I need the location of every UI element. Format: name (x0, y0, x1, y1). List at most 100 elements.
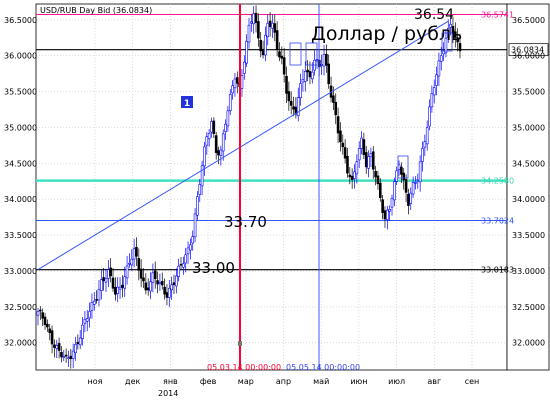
candle-body (46, 323, 49, 328)
candle-body (228, 94, 232, 111)
candle-body (88, 311, 91, 319)
candle-body (367, 156, 370, 169)
candle-body (226, 110, 230, 127)
candle-body (411, 182, 415, 195)
candle-body (376, 175, 380, 185)
candle-body (64, 354, 68, 357)
candle-body (132, 248, 136, 260)
candle-body (41, 312, 44, 319)
candle-body (158, 282, 162, 284)
candle-body (439, 55, 443, 62)
candle-body (224, 123, 227, 133)
candle-body (282, 57, 286, 75)
price-level-label: 33.7024 (481, 217, 514, 226)
candle-body (156, 280, 159, 285)
candle-body (78, 337, 82, 346)
candle-body (193, 213, 197, 238)
y-tick-label-right: 32.5000 (512, 303, 545, 312)
candle-body (151, 272, 155, 283)
candle-body (437, 60, 441, 77)
candle-body (430, 93, 434, 108)
candle-body (303, 71, 307, 82)
candle-body (81, 324, 84, 339)
candle-body (85, 318, 89, 322)
candle-body (292, 106, 295, 110)
x-axis-labels: ноя дек янв фев мар апр май июн июл авг сен (88, 377, 480, 386)
vline-handle[interactable] (238, 341, 242, 346)
mid-price-annotation: 33.70 (224, 213, 267, 231)
candle-body (383, 210, 387, 220)
candle-body (53, 344, 56, 348)
y-tick-label-left: 36.5000 (4, 16, 37, 25)
candle-body (388, 208, 391, 212)
candle-body (390, 197, 394, 208)
price-level-label: 34.2580 (481, 177, 514, 186)
candle-body (264, 34, 267, 56)
candle-body (95, 299, 98, 301)
candle-body (39, 309, 42, 312)
x-tick-label: май (313, 377, 329, 386)
candle-body (350, 175, 354, 180)
candle-body (421, 148, 424, 162)
candle-body (278, 51, 281, 58)
candle-body (362, 139, 366, 155)
chart-main-title: Доллар / рубль (311, 23, 462, 45)
candle-body (207, 132, 211, 140)
candle-body (57, 343, 61, 351)
candle-body (252, 13, 255, 25)
candle-body (325, 53, 328, 66)
candle-body (425, 127, 429, 145)
candle-body (378, 182, 382, 199)
candle-body (212, 120, 216, 134)
candle-body (43, 316, 47, 325)
candle-body (257, 21, 260, 39)
candle-body (163, 286, 166, 295)
price-level-label: 36.5741 (481, 10, 514, 19)
candle-body (371, 151, 375, 170)
candle-body (67, 357, 70, 359)
candle-body (83, 318, 87, 324)
candle-body (240, 75, 244, 89)
candle-body (407, 193, 410, 206)
candle-body (55, 345, 59, 349)
candle-body (200, 165, 204, 187)
candle-body (381, 199, 384, 213)
y-tick-label-left: 36.0000 (4, 52, 37, 61)
candle-body (74, 343, 77, 354)
candle-body (386, 209, 389, 220)
candle-body (268, 20, 272, 28)
candle-body (221, 133, 225, 152)
candle-body (203, 146, 206, 167)
candle-body (310, 71, 314, 80)
candle-body (104, 277, 108, 283)
candle-body (177, 265, 180, 277)
candle-body (339, 130, 342, 143)
candle-body (135, 246, 138, 257)
candle-body (343, 147, 347, 159)
candle-body (146, 287, 150, 291)
candle-body (357, 148, 361, 161)
candle-body (170, 284, 173, 291)
candle-body (245, 41, 248, 64)
candle-body (374, 170, 377, 178)
candle-body (167, 287, 171, 298)
y-tick-label-right: 36.0000 (512, 52, 545, 61)
candle-body (231, 85, 234, 94)
candle-body (111, 277, 115, 289)
candle-body (275, 30, 279, 50)
candle-body (142, 277, 145, 282)
candle-body (50, 330, 54, 345)
candle-body (125, 265, 129, 279)
candle-body (62, 356, 66, 358)
candle-body (428, 106, 431, 127)
candle-body (217, 150, 220, 156)
candle-body (60, 351, 63, 358)
instrument-label: USD/RUB Day Bid (36.0834) (40, 6, 152, 15)
candle-body (355, 161, 359, 175)
candle-body (90, 302, 94, 311)
candle-body (165, 292, 169, 298)
vline-date-label-1: 05.03.14 00:00:00 (207, 363, 281, 372)
candle-body (266, 22, 270, 38)
candle-body (247, 24, 251, 43)
candle-body (153, 270, 157, 279)
